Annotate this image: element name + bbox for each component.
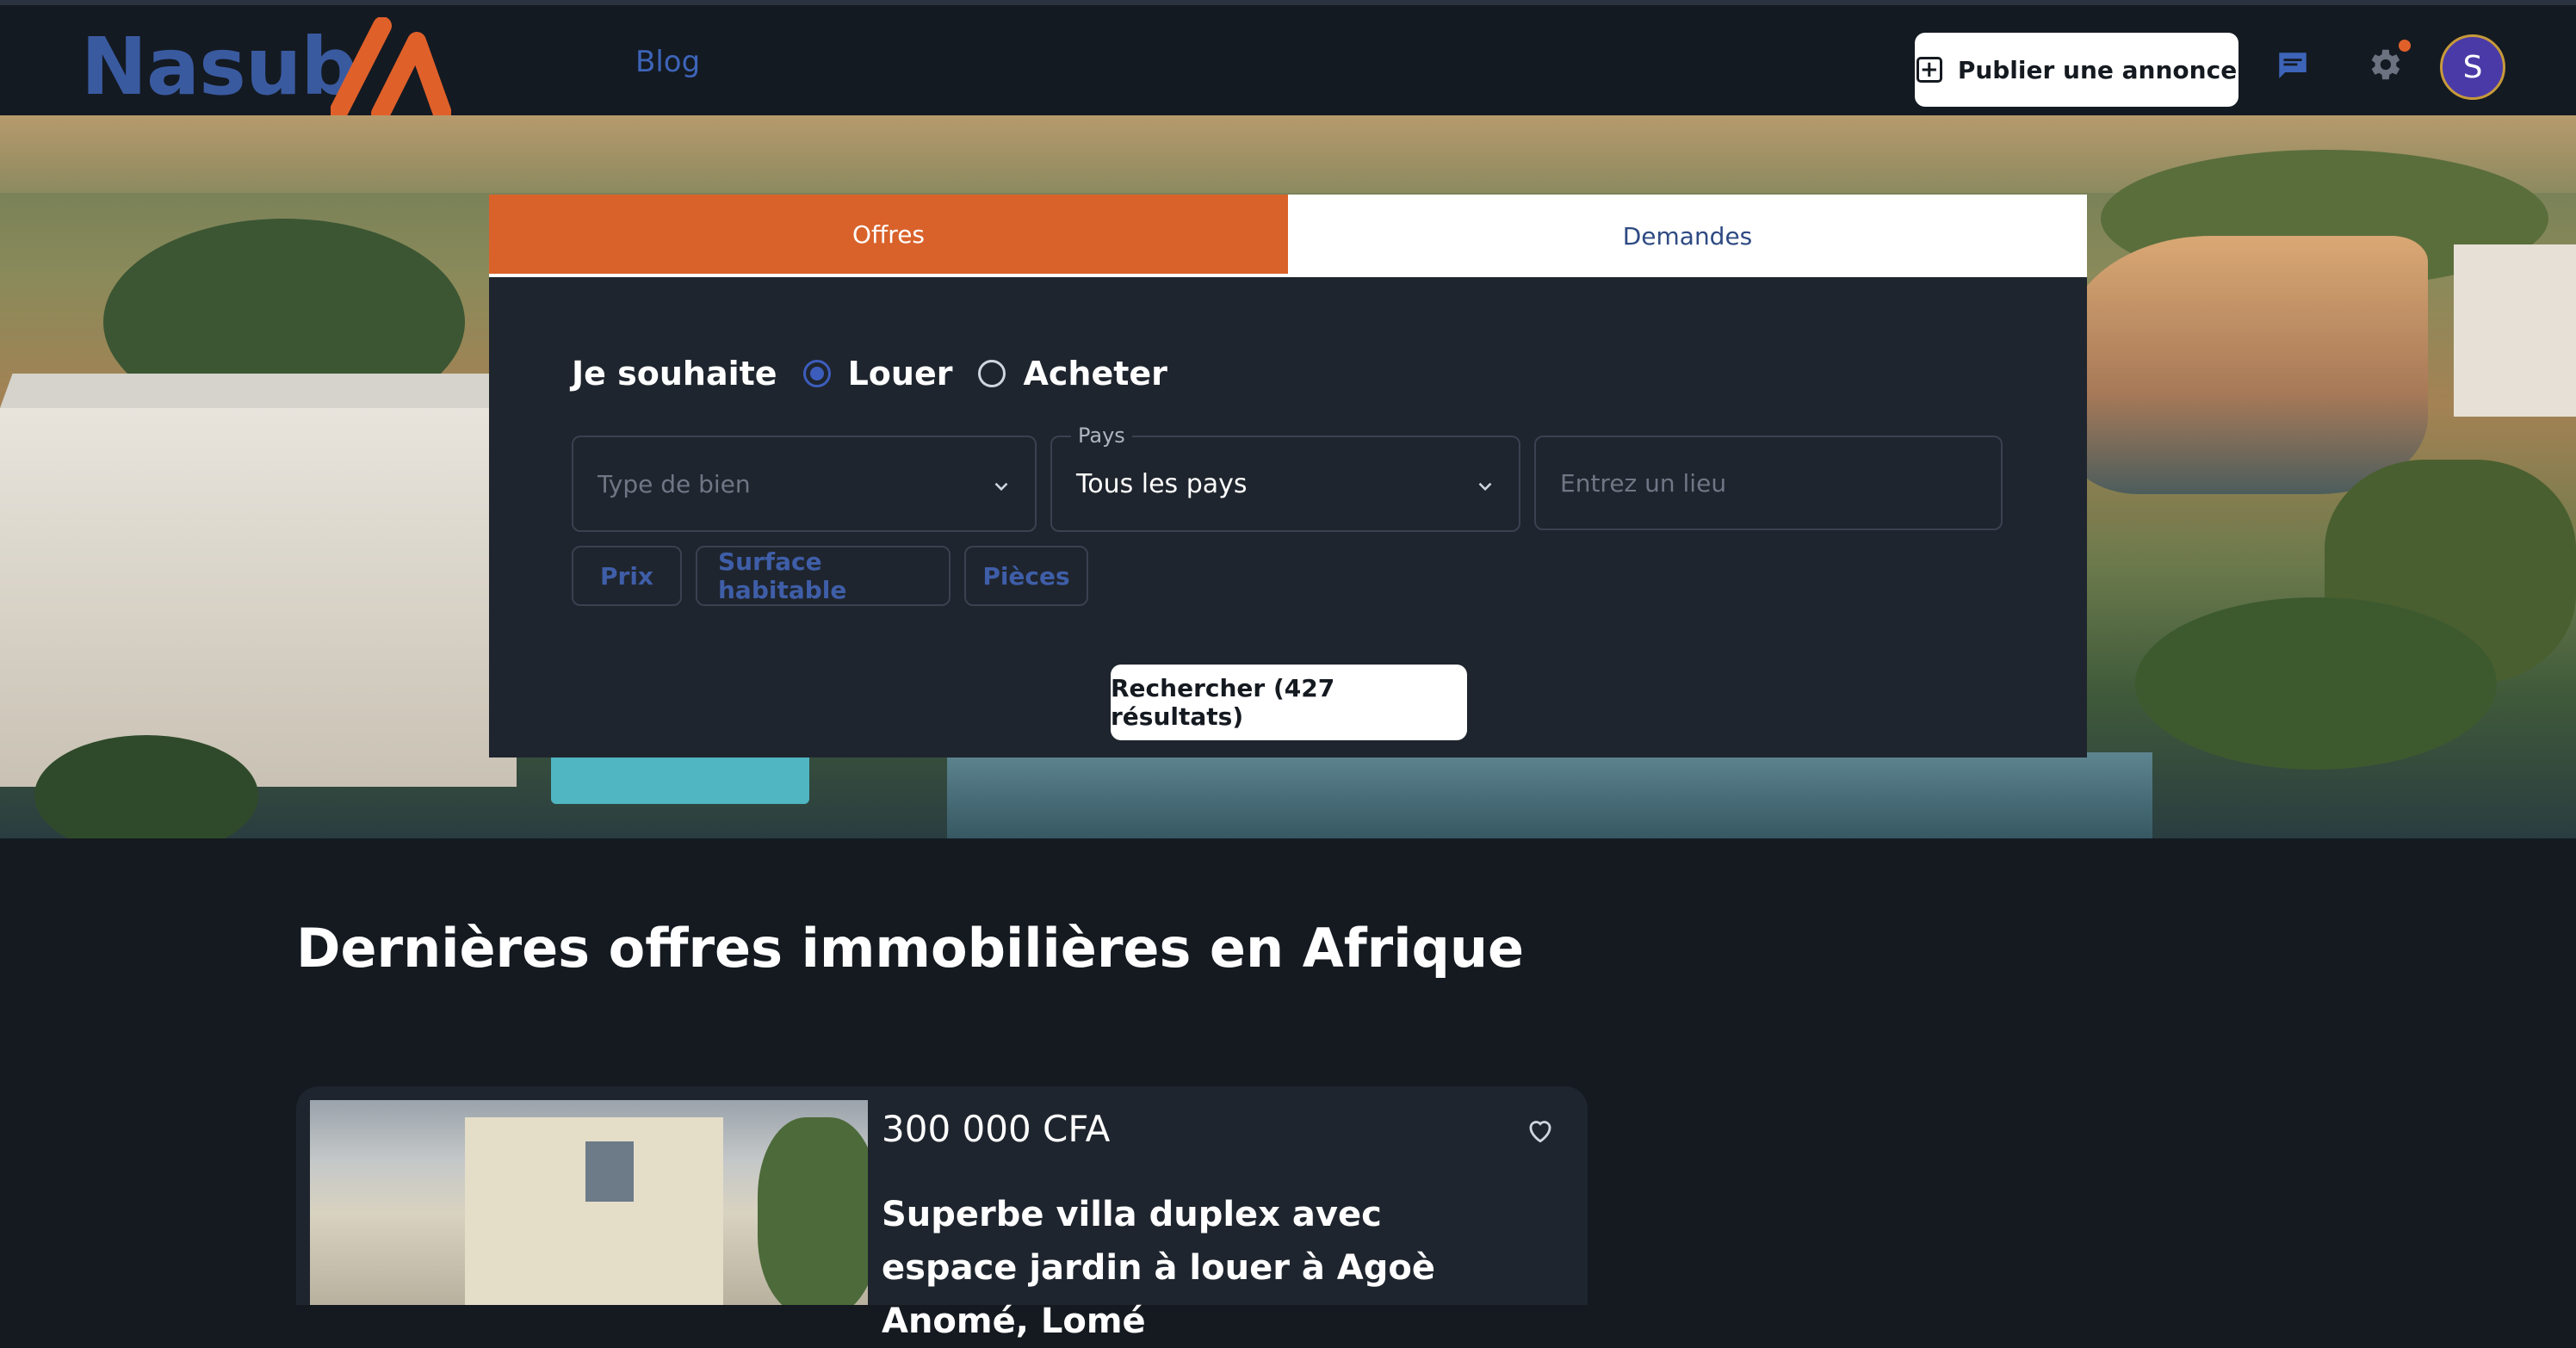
country-value: Tous les pays bbox=[1076, 468, 1248, 499]
radio-louer-label[interactable]: Louer bbox=[848, 355, 953, 393]
search-button[interactable]: Rechercher (427 résultats) bbox=[1111, 665, 1467, 740]
listing-title[interactable]: Superbe villa duplex avec espace jardin … bbox=[882, 1188, 1519, 1348]
radio-acheter[interactable] bbox=[978, 360, 1006, 387]
chevron-down-icon bbox=[994, 482, 1008, 492]
location-input[interactable]: Entrez un lieu bbox=[1534, 436, 2003, 530]
publish-listing-label: Publier une annonce bbox=[1957, 55, 2238, 84]
top-bar: Nasub Blog + Publier une annonce S bbox=[0, 0, 2576, 121]
radio-acheter-label[interactable]: Acheter bbox=[1023, 355, 1167, 393]
chevron-down-icon bbox=[1478, 482, 1492, 492]
intent-label: Je souhaite bbox=[572, 355, 777, 393]
listing-photo[interactable] bbox=[310, 1100, 868, 1305]
filter-prix[interactable]: Prix bbox=[572, 546, 682, 606]
search-panel: Je souhaite Louer Acheter Type de bien P… bbox=[489, 277, 2087, 757]
listings-section-title: Dernières offres immobilières en Afrique bbox=[296, 917, 1525, 980]
notification-dot bbox=[2399, 40, 2411, 52]
avatar[interactable]: S bbox=[2440, 34, 2505, 100]
filter-pieces[interactable]: Pièces bbox=[964, 546, 1088, 606]
hero-lagoon bbox=[2066, 236, 2428, 494]
logo-text: Nasub bbox=[81, 21, 357, 113]
country-label: Pays bbox=[1071, 424, 1132, 448]
property-type-select[interactable]: Type de bien bbox=[572, 436, 1037, 532]
add-box-icon: + bbox=[1916, 57, 1942, 83]
property-type-placeholder: Type de bien bbox=[598, 469, 751, 498]
tab-offres[interactable]: Offres bbox=[489, 195, 1288, 277]
location-placeholder: Entrez un lieu bbox=[1560, 468, 1727, 498]
logo-mark-icon bbox=[331, 17, 451, 121]
tab-demandes[interactable]: Demandes bbox=[1288, 195, 2087, 277]
search-tabs: Offres Demandes bbox=[489, 195, 2087, 277]
filter-surface-habitable[interactable]: Surface habitable bbox=[696, 546, 951, 606]
listing-card[interactable]: 300 000 CFA Superbe villa duplex avec es… bbox=[296, 1086, 1588, 1341]
heart-icon[interactable] bbox=[1524, 1114, 1557, 1147]
gear-icon[interactable] bbox=[2364, 45, 2404, 84]
hero-garden bbox=[2135, 597, 2497, 770]
hero-villa-right bbox=[2454, 244, 2576, 417]
listing-price: 300 000 CFA bbox=[882, 1108, 1111, 1150]
listing-photo-plant bbox=[758, 1117, 868, 1305]
hero-water bbox=[947, 752, 2152, 838]
listing-photo-window bbox=[585, 1141, 634, 1202]
chat-icon[interactable] bbox=[2275, 48, 2311, 84]
hero-villa bbox=[0, 408, 517, 787]
radio-louer[interactable] bbox=[802, 360, 831, 387]
logo[interactable]: Nasub bbox=[81, 14, 460, 121]
country-select[interactable]: Pays Tous les pays bbox=[1050, 424, 1520, 532]
intent-row: Je souhaite Louer Acheter bbox=[572, 355, 1167, 393]
publish-listing-button[interactable]: + Publier une annonce bbox=[1915, 33, 2239, 107]
nav-blog-link[interactable]: Blog bbox=[635, 43, 700, 81]
